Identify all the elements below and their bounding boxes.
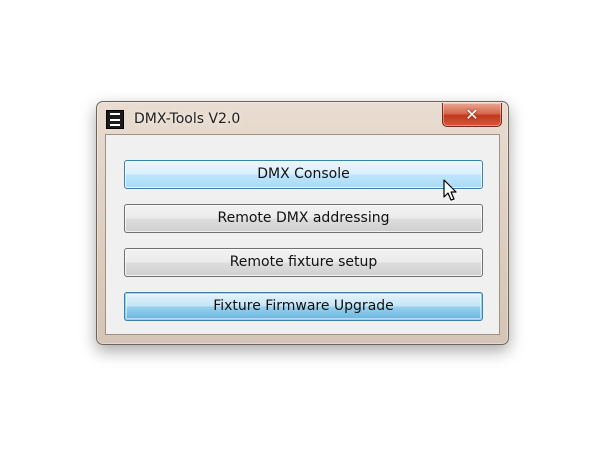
close-icon: ✕ (465, 105, 479, 124)
button-panel: DMX Console Remote DMX addressing Remote… (105, 134, 500, 335)
app-logo-icon (106, 110, 124, 129)
close-button[interactable]: ✕ (442, 103, 502, 127)
remote-fixture-setup-button[interactable]: Remote fixture setup (124, 248, 483, 277)
title-bar[interactable]: DMX-Tools V2.0 ✕ (97, 102, 508, 134)
fixture-firmware-upgrade-button[interactable]: Fixture Firmware Upgrade (124, 292, 483, 321)
mouse-pointer-icon (443, 179, 457, 201)
remote-dmx-addressing-button[interactable]: Remote DMX addressing (124, 204, 483, 233)
window-title: DMX-Tools V2.0 (134, 111, 241, 127)
dmx-console-button[interactable]: DMX Console (124, 160, 483, 189)
dmx-tools-window: DMX-Tools V2.0 ✕ DMX Console Remote DMX … (96, 101, 509, 345)
